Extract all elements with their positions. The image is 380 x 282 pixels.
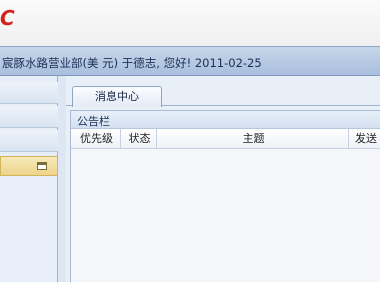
sidebar-item-1[interactable] [0, 82, 58, 104]
column-header-subject[interactable]: 主题 [159, 129, 349, 149]
bulletin-panel: 公告栏 优先级 状态 主题 发送 [70, 110, 380, 282]
splitter[interactable] [58, 76, 66, 282]
logo-right-text: C [0, 6, 15, 30]
left-sidebar [0, 76, 58, 282]
bulletin-table-body [71, 149, 380, 282]
main-content: 消息中心 公告栏 优先级 状态 主题 发送 [66, 76, 380, 282]
bulletin-title-bar: 公告栏 [71, 111, 380, 129]
column-header-priority[interactable]: 优先级 [73, 129, 121, 149]
column-header-send[interactable]: 发送 [351, 129, 380, 149]
tab-message-center[interactable]: 消息中心 [72, 86, 162, 107]
company-logo: C [0, 6, 15, 30]
tab-strip: 消息中心 [66, 84, 380, 107]
column-header-status[interactable]: 状态 [123, 129, 157, 149]
bulletin-title: 公告栏 [77, 115, 110, 128]
welcome-bar: 宸豚水路营业部(美 元) 于德志, 您好! 2011-02-25 [0, 46, 380, 76]
sidebar-item-active[interactable] [0, 156, 58, 176]
bulletin-table-header: 优先级 状态 主题 发送 [71, 129, 380, 149]
top-header: C [0, 0, 380, 46]
welcome-text: 宸豚水路营业部(美 元) 于德志, 您好! 2011-02-25 [2, 56, 262, 70]
sidebar-item-2[interactable] [0, 106, 58, 128]
window-icon[interactable] [37, 162, 47, 170]
sidebar-item-3[interactable] [0, 130, 58, 152]
